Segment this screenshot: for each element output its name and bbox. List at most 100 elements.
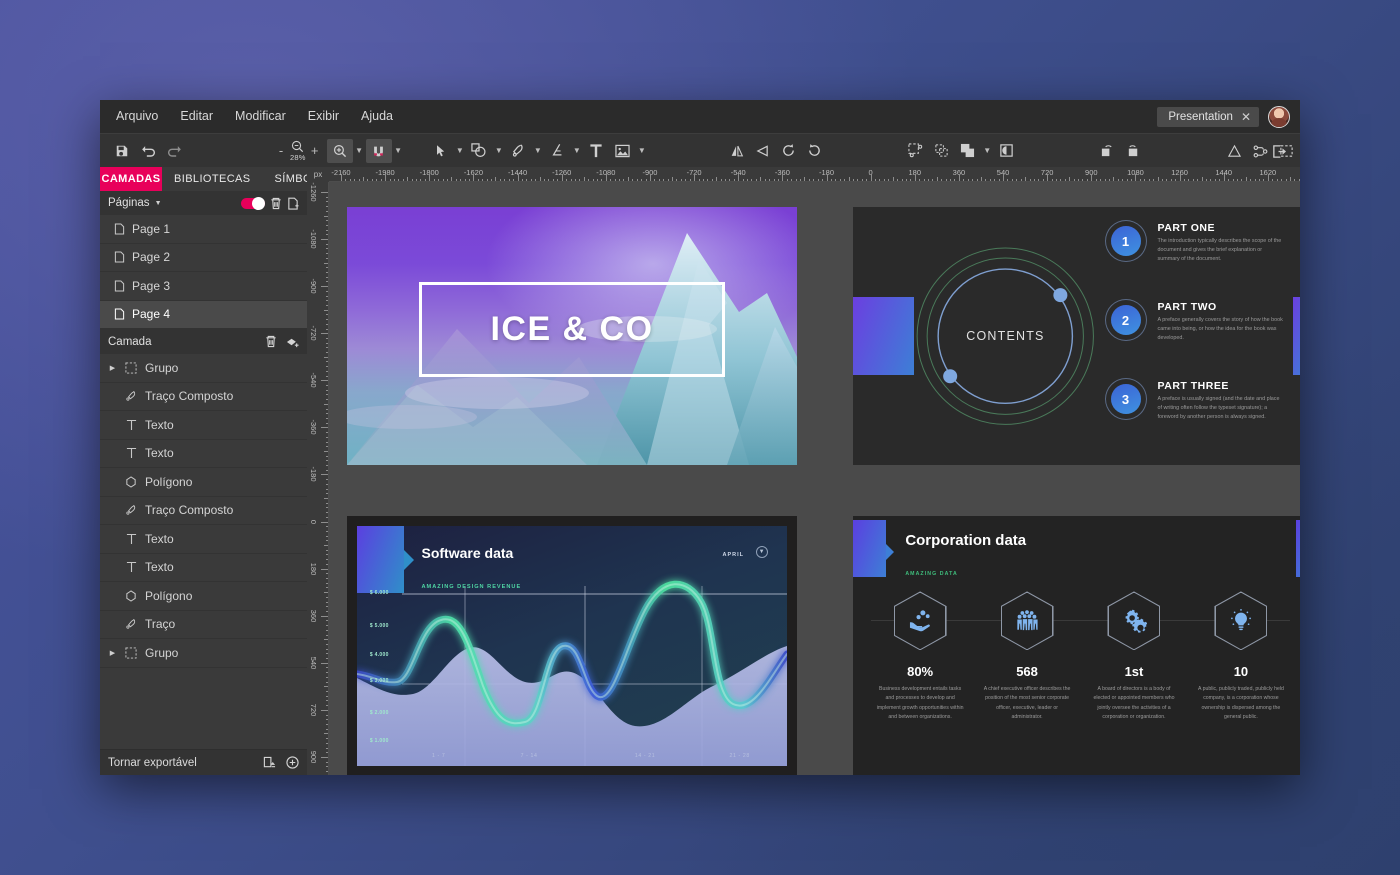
slice-icon[interactable] (263, 756, 276, 769)
triangle-outline-icon[interactable] (1222, 139, 1248, 163)
ruler-tick (724, 178, 726, 181)
slide-page-4[interactable]: Page 4 Corporation data AMAZING DATA (853, 516, 1300, 775)
page-item-1[interactable]: Page 1 (100, 215, 307, 244)
layer-row[interactable]: ▶ Polígono (100, 582, 307, 611)
zoom-level-display[interactable]: 28% (290, 140, 306, 162)
contents-item-3[interactable]: 3 PART THREE A preface is usually signed… (1106, 380, 1286, 452)
page-item-2[interactable]: Page 2 (100, 244, 307, 272)
save-icon[interactable] (109, 139, 135, 163)
chevron-down-icon[interactable]: ▼ (353, 139, 366, 163)
vertical-ruler[interactable]: -1260 -1080 -900 -720 -540 -360 -180 0 180 360 540… (307, 182, 329, 775)
ruler-tick (1131, 178, 1133, 181)
flip-vertical-icon[interactable] (750, 139, 776, 163)
slide-page-3[interactable]: Page 3 (347, 516, 797, 775)
magnet-snap-icon[interactable] (365, 138, 392, 163)
chevron-down-icon[interactable]: ▼ (981, 139, 994, 163)
chevron-down-icon[interactable]: ▼ (531, 139, 544, 163)
pen-tool-icon[interactable] (505, 139, 531, 163)
chevron-down-icon[interactable]: ▼ (492, 139, 505, 163)
ruler-tick (354, 178, 356, 181)
layer-row[interactable]: ▶ Texto (100, 554, 307, 582)
page-item-3[interactable]: Page 3 (100, 272, 307, 301)
redo-icon[interactable] (161, 139, 187, 163)
reflect-object-icon[interactable] (1121, 139, 1147, 163)
chevron-down-icon[interactable]: ▼ (155, 200, 162, 207)
add-page-icon[interactable] (287, 197, 299, 210)
export-icon[interactable] (1266, 139, 1292, 163)
ruler-tick (663, 178, 665, 181)
zoom-in-icon[interactable] (326, 138, 353, 163)
ruler-tick (570, 178, 572, 181)
ruler-tick (416, 178, 418, 181)
image-tool-icon[interactable] (609, 139, 635, 163)
stat-column[interactable]: 568 A chief executive officer describes … (974, 591, 1081, 768)
close-icon[interactable]: ✕ (1241, 111, 1251, 123)
boolean-union-icon[interactable] (955, 139, 981, 163)
rotate-ccw-icon[interactable] (776, 139, 802, 163)
rotate-cw-icon[interactable] (802, 139, 828, 163)
artboard-surface[interactable]: Page 1 (329, 182, 1300, 775)
ruler-tick (588, 178, 590, 181)
trash-icon[interactable] (270, 197, 282, 210)
menu-item-arquivo[interactable]: Arquivo (105, 100, 169, 133)
page-item-4[interactable]: Page 4 (100, 300, 307, 329)
ruler-tick (325, 234, 328, 236)
layer-row[interactable]: ▶ Texto (100, 411, 307, 440)
chevron-down-icon[interactable]: ▼ (453, 139, 466, 163)
chevron-down-icon[interactable]: ▼ (570, 139, 583, 163)
menu-item-modificar[interactable]: Modificar (224, 100, 297, 133)
item-number-badge: 1 (1110, 226, 1141, 257)
tab-bibliotecas[interactable]: BIBLIOTECAS (162, 167, 263, 191)
canvas-stage[interactable]: Page 1 (329, 182, 1300, 775)
layer-row[interactable]: ▶ Polígono (100, 468, 307, 497)
pages-visibility-toggle[interactable] (241, 196, 265, 210)
rotate-object-icon[interactable] (1095, 139, 1121, 163)
boolean-subtract-icon[interactable] (994, 139, 1020, 163)
move-tool-icon[interactable] (427, 139, 453, 163)
horizontal-ruler[interactable]: -2160 -1980 -1800 -1620 -1440 -1260 -1080 -900-… (329, 167, 1300, 182)
plus-circle-icon[interactable] (286, 756, 299, 769)
ruler-tick (325, 653, 328, 655)
document-tab[interactable]: Presentation ✕ (1157, 106, 1259, 127)
expand-triangle-icon[interactable]: ▶ (108, 364, 117, 372)
slide-page-1[interactable]: Page 1 (347, 207, 797, 465)
zoom-plus-label[interactable]: + (309, 143, 321, 158)
tab-camadas[interactable]: CAMADAS (100, 167, 162, 191)
item-body: A preface is usually signed (and the dat… (1157, 396, 1280, 421)
chevron-down-icon[interactable]: ▼ (392, 139, 405, 163)
stat-column[interactable]: 10 A public, publicly traded, publicly h… (1187, 591, 1294, 768)
ruler-tick (1157, 177, 1159, 181)
layer-row[interactable]: ▶ Traço Composto (100, 497, 307, 525)
slide-page-2[interactable]: Page 2 CO (853, 207, 1300, 465)
month-dropdown-button[interactable]: ▼ (755, 546, 768, 559)
flip-horizontal-icon[interactable] (724, 139, 750, 163)
group-icon[interactable] (903, 139, 929, 163)
stat-column[interactable]: 1st A board of directors is a body of el… (1081, 591, 1188, 768)
shape-tool-icon[interactable] (466, 139, 492, 163)
contents-item-2[interactable]: 2 PART TWO A preface generally covers th… (1106, 301, 1286, 373)
add-layer-icon[interactable] (286, 335, 299, 348)
undo-icon[interactable] (135, 139, 161, 163)
layer-row[interactable]: ▶ Grupo (100, 354, 307, 383)
menu-item-ajuda[interactable]: Ajuda (350, 100, 404, 133)
ruler-tick (325, 432, 328, 434)
expand-triangle-icon[interactable]: ▶ (108, 649, 117, 657)
stat-column[interactable]: 80% Business development entails tasks a… (867, 591, 974, 768)
menu-item-editar[interactable]: Editar (169, 100, 224, 133)
pencil-tool-icon[interactable] (544, 139, 570, 163)
contents-item-1[interactable]: 1 PART ONE The introduction typically de… (1106, 222, 1286, 294)
ungroup-icon[interactable] (929, 139, 955, 163)
avatar[interactable] (1268, 105, 1290, 128)
make-exportable-label[interactable]: Tornar exportável (108, 757, 253, 769)
trash-icon[interactable] (265, 335, 277, 348)
layer-row[interactable]: ▶ Texto (100, 440, 307, 468)
canvas-mid-row: -1260 -1080 -900 -720 -540 -360 -180 0 180 360 540… (307, 182, 1300, 775)
chevron-down-icon[interactable]: ▼ (635, 139, 648, 163)
menu-item-exibir[interactable]: Exibir (297, 100, 350, 133)
layer-row[interactable]: ▶ Traço Composto (100, 383, 307, 411)
zoom-minus-label[interactable]: - (275, 143, 287, 158)
text-tool-icon[interactable] (583, 139, 609, 163)
layer-row[interactable]: ▶ Texto (100, 525, 307, 554)
layer-row[interactable]: ▶ Traço (100, 611, 307, 639)
layer-row[interactable]: ▶ Grupo (100, 639, 307, 668)
